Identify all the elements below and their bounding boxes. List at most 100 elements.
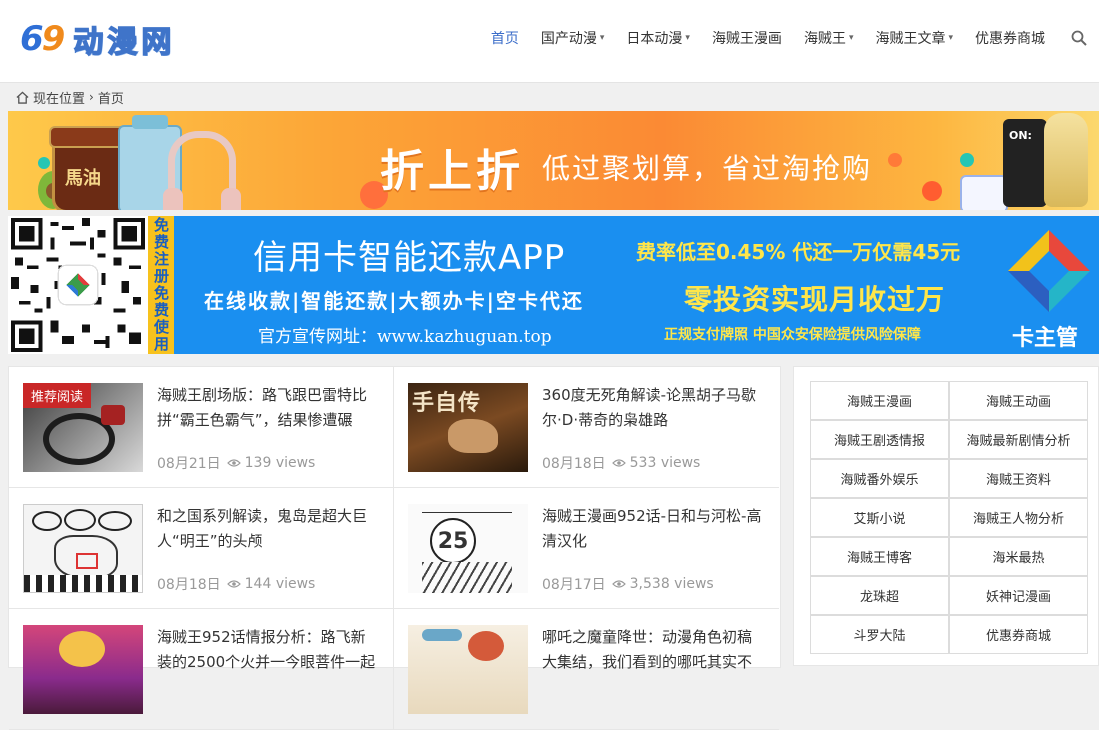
nav-item-onepiece-manga[interactable]: 海贼王漫画 [712,28,782,48]
promo-banner-discount[interactable]: 馬油 折上折 低过聚划算，省过淘抢购 ON: [8,111,1099,210]
post-thumbnail[interactable]: 25 [408,504,528,593]
banner-subline: 低过聚划算，省过淘抢购 [542,152,873,185]
qr-code-image [8,216,148,354]
decor-dot [960,153,974,167]
post-meta: 08月18日 144 views [157,574,315,594]
kazhuguan-logo-icon [1008,230,1090,312]
tag-link[interactable]: 妖神记漫画 [949,576,1088,615]
post-title[interactable]: 海贼王剧场版：路飞跟巴雷特比拼“霸王色霸气”，结果惨遭碾 [157,383,379,433]
site-header: 69 动漫网 首页 国产动漫 ▾ 日本动漫 ▾ 海贼王漫画 海贼王 ▾ 海贼王文章 ▾ … [0,0,1099,83]
tag-link[interactable]: 海贼王动画 [949,381,1088,420]
eye-icon [226,580,241,588]
headphones-image [163,131,241,210]
banner2-url: 官方宣传网址：www.kazhuguan.top [258,327,552,347]
map-region [64,509,96,531]
banner2-rate: 费率低至0.45% 代还一万仅需45元 [636,240,961,264]
tag-link[interactable]: 海贼王漫画 [810,381,949,420]
map-border [24,575,142,592]
main-nav: 首页 国产动漫 ▾ 日本动漫 ▾ 海贼王漫画 海贼王 ▾ 海贼王文章 ▾ 优惠券商城 [491,28,1087,48]
post-date: 08月18日 [157,577,221,593]
nav-item-onepiece-articles[interactable]: 海贼王文章 ▾ [875,28,953,48]
post-thumbnail[interactable] [23,625,143,714]
post-card[interactable]: 手自传 360度无死角解读-论黑胡子马歇尔·D·蒂奇的枭雄路 08月18日 53… [394,367,779,488]
nav-item-coupon-mall[interactable]: 优惠券商城 [975,28,1045,48]
tag-link[interactable]: 海贼王剧透情报 [810,420,949,459]
tag-link[interactable]: 龙珠超 [810,576,949,615]
eye-icon [611,459,626,467]
ribbon-graphic [101,405,125,425]
decor-dot [38,157,50,169]
chevron-down-icon: ▾ [948,33,953,43]
banner2-cert: 正规支付牌照 中国众安保险提供风险保障 [664,327,921,343]
cream-jar-image [960,175,1008,210]
post-thumbnail[interactable]: 手自传 [408,383,528,472]
hand-graphic [448,419,498,453]
tag-link[interactable]: 海贼最新剧情分析 [949,420,1088,459]
post-meta: 08月18日 533 views [542,453,700,473]
sketch-graphic [422,629,462,641]
chevron-down-icon: ▾ [599,33,605,43]
post-title[interactable]: 哪吒之魔童降世：动漫角色初稿大集结，我们看到的哪吒其实不 [542,625,764,675]
chevron-down-icon: ▾ [848,33,854,43]
post-views: 144 views [244,576,316,592]
nav-item-japanese-anime[interactable]: 日本动漫 ▾ [626,28,690,48]
eye-icon [226,459,241,467]
recommend-badge: 推荐阅读 [23,383,92,408]
sketch-graphic [468,631,504,661]
breadcrumb-current[interactable]: 首页 [98,88,124,107]
banner2-brand: 卡主管 [1012,326,1079,351]
tag-link[interactable]: 海贼王资料 [949,459,1088,498]
qr-code-icon [11,218,145,352]
post-views: 3,538 views [629,576,714,592]
map-highlight [76,553,98,569]
manga-hatching [422,562,512,593]
banner2-headline: 零投资实现月收过万 [684,283,946,316]
post-views: 139 views [244,455,316,471]
post-thumbnail[interactable] [408,625,528,714]
tag-link[interactable]: 斗罗大陆 [810,615,949,654]
post-date: 08月18日 [542,456,606,472]
map-region [32,511,62,531]
post-title[interactable]: 海贼王952话情报分析：路飞新装的2500个火并一今眼菩件一起 [157,625,379,675]
tag-link[interactable]: 海贼王人物分析 [949,498,1088,537]
home-icon [16,91,29,104]
tag-link[interactable]: 艾斯小说 [810,498,949,537]
tag-link[interactable]: 海贼番外娱乐 [810,459,949,498]
post-card[interactable]: 海贼王952话情报分析：路飞新装的2500个火并一今眼菩件一起 [9,609,394,730]
post-card[interactable]: 推荐阅读 海贼王剧场版：路飞跟巴雷特比拼“霸王色霸气”，结果惨遭碾 08月21日… [9,367,394,488]
post-date: 08月21日 [157,456,221,472]
logo-digit: 9 [41,19,66,59]
search-icon[interactable] [1071,30,1087,46]
logo-digit: 6 [20,19,44,59]
post-thumbnail[interactable] [23,504,143,593]
tag-link[interactable]: 优惠券商城 [949,615,1088,654]
post-card[interactable]: 25 海贼王漫画952话-日和与河松-高清汉化 08月17日 3,538 vie… [394,488,779,609]
eye-icon [611,580,626,588]
chevron-down-icon: ▾ [685,33,690,43]
tag-link[interactable]: 海贼王博客 [810,537,949,576]
post-title[interactable]: 360度无死角解读-论黑胡子马歇尔·D·蒂奇的枭雄路 [542,383,764,433]
post-list: 推荐阅读 海贼王剧场版：路飞跟巴雷特比拼“霸王色霸气”，结果惨遭碾 08月21日… [8,366,781,730]
logo-text: 动漫网 [73,24,176,61]
character-graphic [59,631,105,667]
gold-bottle-image [1044,113,1088,207]
site-logo[interactable]: 69 动漫网 [20,18,176,61]
post-card[interactable]: 哪吒之魔童降世：动漫角色初稿大集结，我们看到的哪吒其实不 [394,609,779,730]
promo-banner-credit-card[interactable]: 免费注册免费使用 信用卡智能还款APP 在线收款|智能还款|大额办卡|空卡代还 … [8,216,1099,354]
map-region [98,511,132,531]
nav-item-home[interactable]: 首页 [491,28,519,48]
post-date: 08月17日 [542,577,606,593]
post-title[interactable]: 和之国系列解读，鬼岛是超大巨人“明王”的头颅 [157,504,379,554]
post-views: 533 views [629,455,701,471]
post-card[interactable]: 和之国系列解读，鬼岛是超大巨人“明王”的头颅 08月18日 144 views [9,488,394,609]
nav-item-onepiece[interactable]: 海贼王 ▾ [804,28,854,48]
banner-headline: 折上折 [380,146,524,197]
nav-item-domestic-anime[interactable]: 国产动漫 ▾ [541,28,605,48]
banner2-title: 信用卡智能还款APP [253,238,566,278]
free-register-strip: 免费注册免费使用 [148,216,174,354]
tag-link[interactable]: 海米最热 [949,537,1088,576]
post-title[interactable]: 海贼王漫画952话-日和与河松-高清汉化 [542,504,764,554]
chevron-right-icon: › [89,90,94,104]
post-thumbnail[interactable]: 推荐阅读 [23,383,143,472]
breadcrumb-label: 现在位置 [33,91,86,107]
